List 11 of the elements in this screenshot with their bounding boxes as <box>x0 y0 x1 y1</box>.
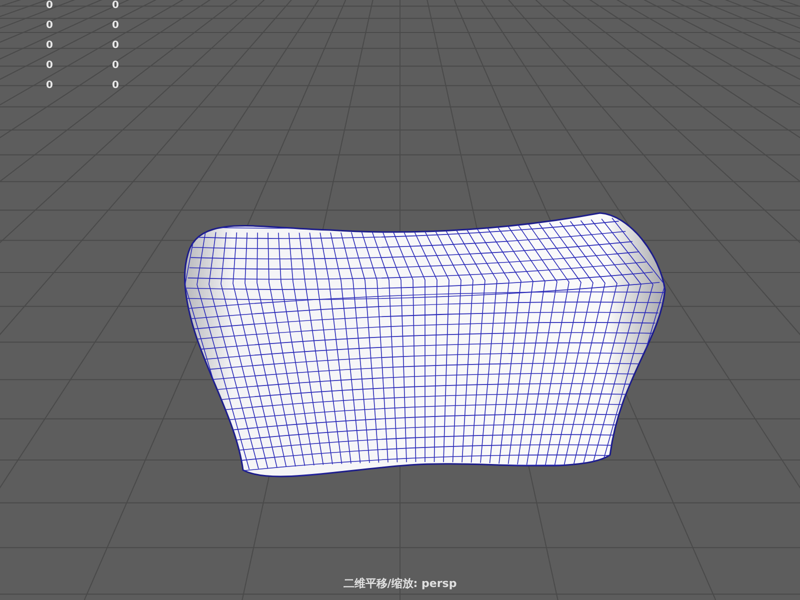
hud-value: 0 <box>46 20 54 32</box>
hud-value: 0 <box>112 0 119 12</box>
camera-caption: 二维平移/缩放: persp <box>343 576 457 591</box>
hud-value: 0 <box>112 20 119 32</box>
hud-value: 0 <box>112 80 119 92</box>
hud-value: 0 <box>112 40 119 52</box>
hud-value: 0 <box>46 40 54 52</box>
hud-value: 0 <box>112 60 119 72</box>
hud-value: 0 <box>46 80 54 92</box>
hud-value: 0 <box>46 0 54 12</box>
hud-value: 0 <box>46 60 54 72</box>
